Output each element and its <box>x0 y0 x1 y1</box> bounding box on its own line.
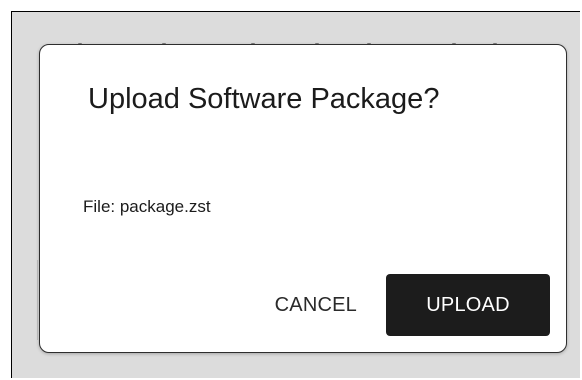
dialog-title: Upload Software Package? <box>88 83 440 115</box>
file-name-text: File: package.zst <box>83 197 211 216</box>
cancel-button[interactable]: CANCEL <box>261 274 371 336</box>
screen: Upload Software Package? File: package.z… <box>0 0 582 380</box>
upload-confirm-dialog: Upload Software Package? File: package.z… <box>39 44 567 353</box>
dialog-actions: CANCEL UPLOAD <box>261 274 550 336</box>
background-edge-left <box>37 260 38 340</box>
upload-button[interactable]: UPLOAD <box>386 274 550 336</box>
